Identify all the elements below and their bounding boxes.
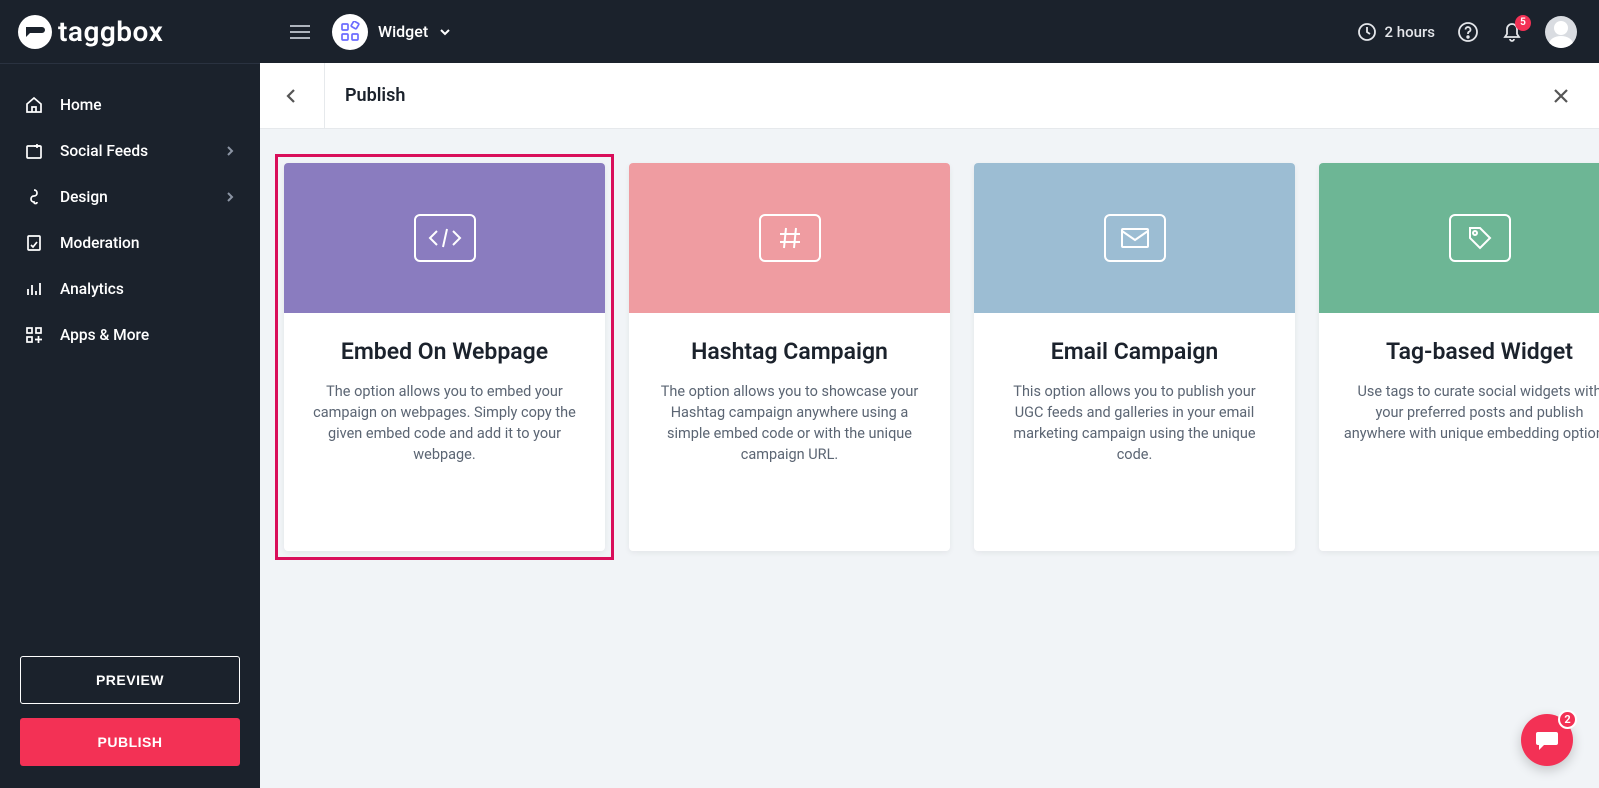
social-feeds-icon [24,141,44,161]
card-desc: The option allows you to showcase your H… [653,381,926,465]
nav-label: Social Feeds [60,142,208,160]
nav-moderation[interactable]: Moderation [0,220,260,266]
chevron-right-icon [224,191,236,203]
widget-label: Widget [378,22,428,41]
nav-apps[interactable]: Apps & More [0,312,260,358]
card-title: Tag-based Widget [1343,337,1599,367]
topbar: taggbox Widget 2 hours 5 [0,0,1599,63]
card-email-campaign[interactable]: Email Campaign This option allows you to… [974,163,1295,551]
nav-label: Home [60,96,236,114]
page-header: Publish [260,63,1599,129]
chat-icon [1533,726,1561,754]
card-image [1319,163,1599,313]
time-text: 2 hours [1385,23,1435,41]
time-indicator[interactable]: 2 hours [1357,22,1435,42]
logo: taggbox [18,15,163,49]
cards-row: Embed On Webpage The option allows you t… [284,163,1575,551]
card-tag-widget[interactable]: Tag-based Widget Use tags to curate soci… [1319,163,1599,551]
preview-button[interactable]: PREVIEW [20,656,240,704]
email-icon [1104,214,1166,262]
topbar-right: 2 hours 5 [1357,16,1599,48]
logo-icon [18,15,52,49]
moderation-icon [24,233,44,253]
nav-label: Design [60,188,208,206]
nav-label: Apps & More [60,326,236,344]
card-desc: Use tags to curate social widgets with y… [1343,381,1599,444]
nav: Home Social Feeds Design Moderation Anal… [0,64,260,642]
card-title: Email Campaign [998,337,1271,367]
topbar-brand[interactable]: taggbox [0,15,260,49]
chat-button[interactable]: 2 [1521,714,1573,766]
card-embed-webpage[interactable]: Embed On Webpage The option allows you t… [284,163,605,551]
nav-label: Analytics [60,280,236,298]
code-icon [414,214,476,262]
chat-badge: 2 [1558,710,1577,729]
chevron-right-icon [224,145,236,157]
card-image [974,163,1295,313]
card-image [629,163,950,313]
page-title: Publish [325,85,1523,106]
brand-text: taggbox [58,15,163,48]
nav-design[interactable]: Design [0,174,260,220]
content: Embed On Webpage The option allows you t… [260,129,1599,788]
chevron-left-icon [282,86,302,106]
clock-icon [1357,22,1377,42]
nav-home[interactable]: Home [0,82,260,128]
close-button[interactable] [1523,86,1599,106]
notifications-button[interactable]: 5 [1501,21,1523,43]
card-desc: The option allows you to embed your camp… [308,381,581,465]
nav-social-feeds[interactable]: Social Feeds [0,128,260,174]
analytics-icon [24,279,44,299]
hashtag-icon [759,214,821,262]
back-button[interactable] [260,63,325,128]
tag-icon [1449,214,1511,262]
chevron-down-icon [438,25,452,39]
close-icon [1551,86,1571,106]
card-image [284,163,605,313]
design-icon [24,187,44,207]
apps-icon [24,325,44,345]
nav-label: Moderation [60,234,236,252]
help-icon [1457,21,1479,43]
avatar[interactable] [1545,16,1577,48]
topbar-main: Widget [260,14,1357,50]
card-title: Embed On Webpage [308,337,581,367]
widget-dropdown[interactable]: Widget [332,14,452,50]
help-button[interactable] [1457,21,1479,43]
nav-analytics[interactable]: Analytics [0,266,260,312]
card-title: Hashtag Campaign [653,337,926,367]
publish-button[interactable]: PUBLISH [20,718,240,766]
sidebar: Home Social Feeds Design Moderation Anal… [0,63,260,788]
home-icon [24,95,44,115]
card-hashtag-campaign[interactable]: Hashtag Campaign The option allows you t… [629,163,950,551]
widget-icon [332,14,368,50]
sidebar-footer: PREVIEW PUBLISH [0,642,260,788]
hamburger-icon[interactable] [284,19,316,45]
notification-badge: 5 [1515,15,1531,31]
card-desc: This option allows you to publish your U… [998,381,1271,465]
